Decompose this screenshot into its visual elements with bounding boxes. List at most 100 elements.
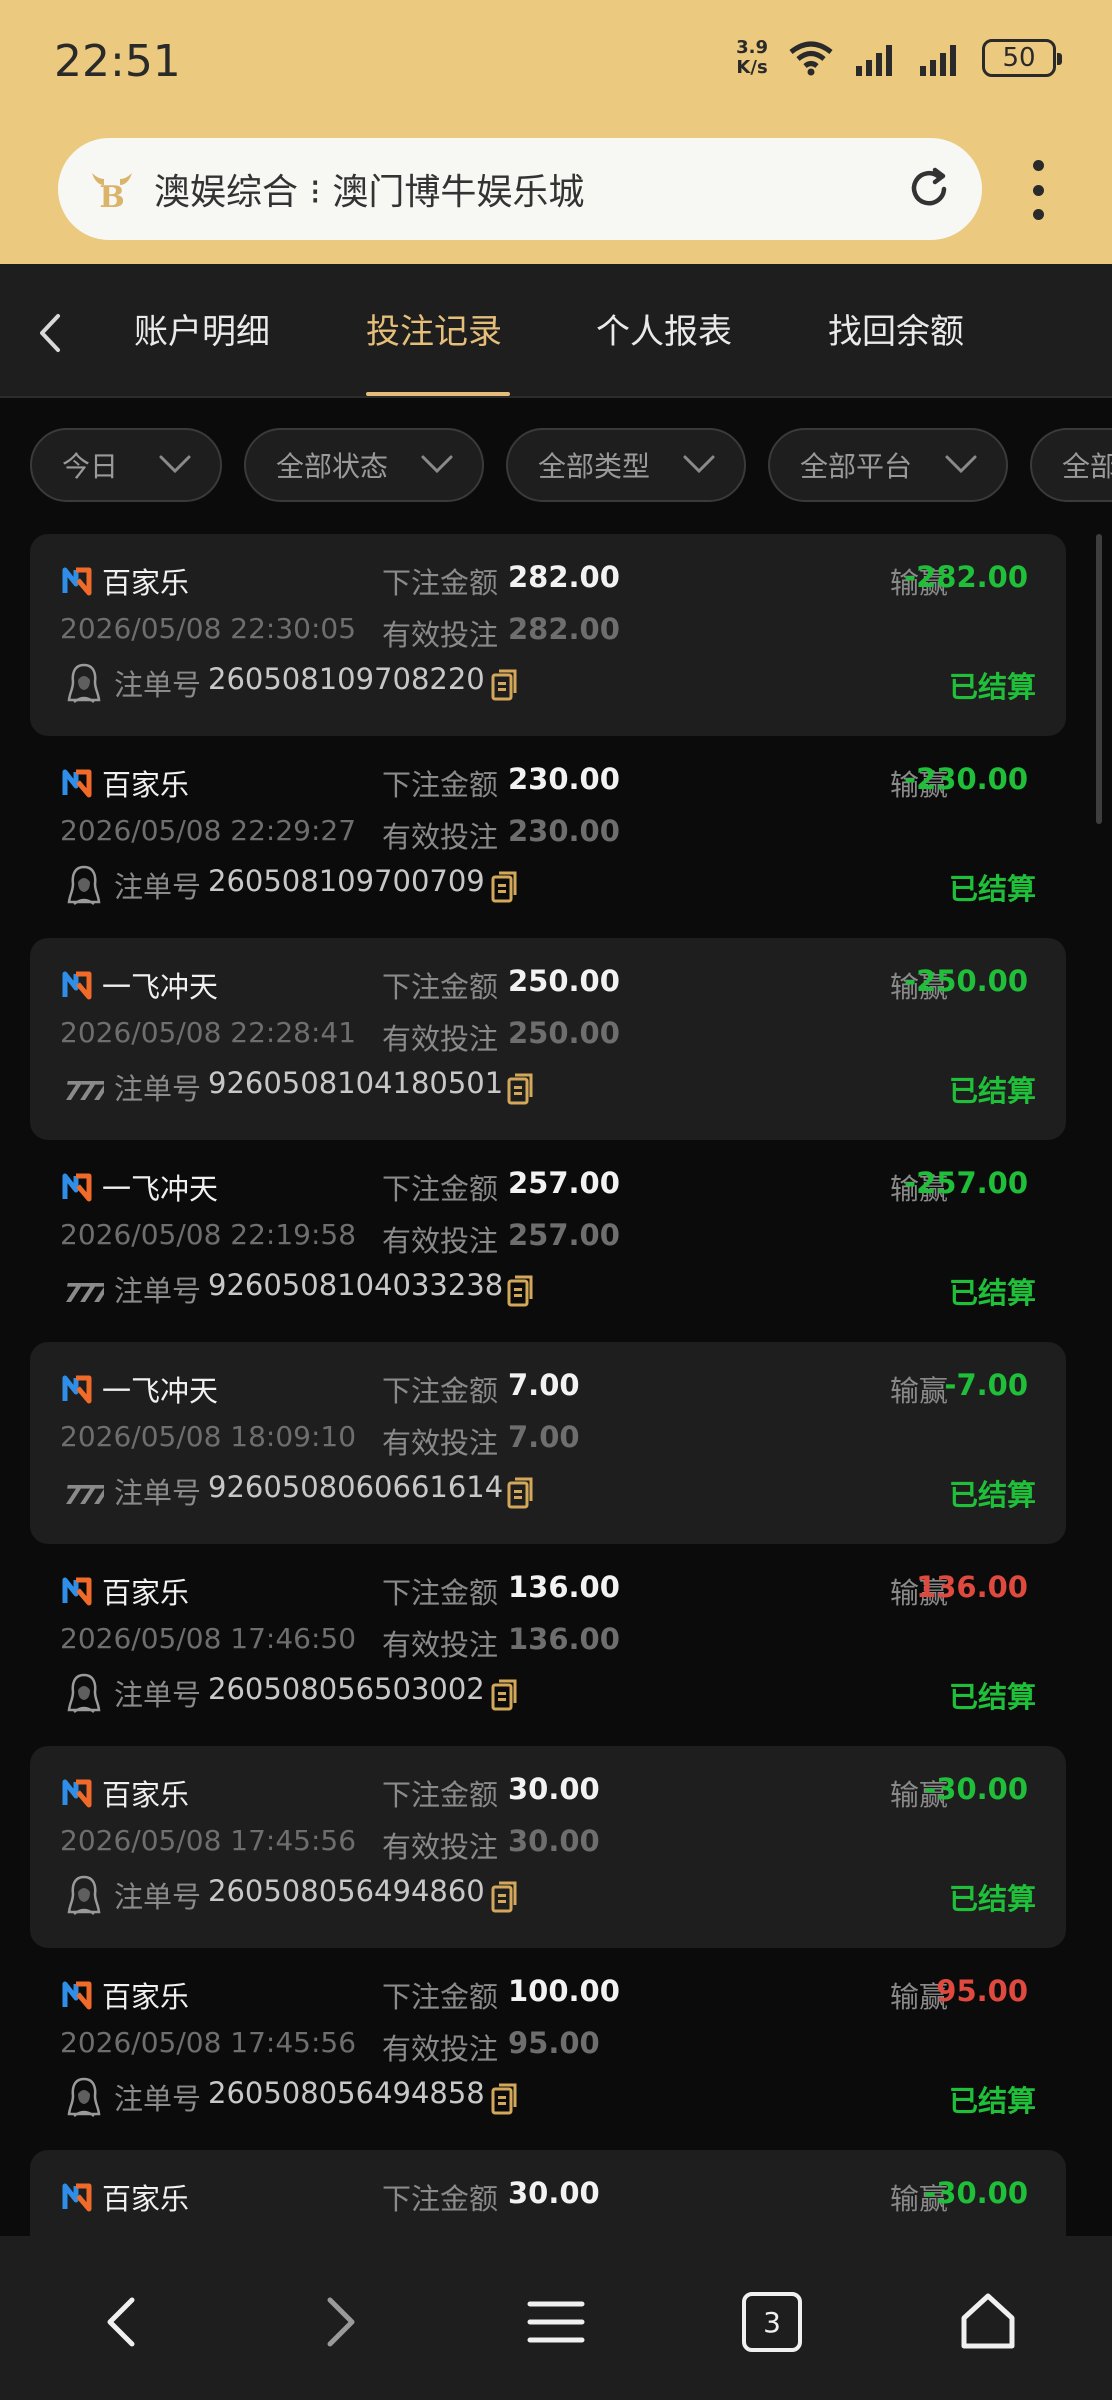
- valid-bet-value: 230.00: [508, 814, 620, 848]
- filter-type[interactable]: 全部类型: [506, 428, 746, 502]
- valid-bet-label: 有效投注: [382, 820, 499, 854]
- copy-icon[interactable]: [490, 668, 518, 702]
- page-title: 澳娱综合 ⁝ 澳门博牛娱乐城: [154, 172, 585, 213]
- valid-bet-value: 95.00: [508, 2026, 600, 2060]
- tabs-icon[interactable]: 3: [742, 2292, 802, 2352]
- svg-text:777: 777: [64, 1077, 104, 1107]
- order-no-value: 260508109700709: [208, 864, 485, 898]
- settlement-status: 已结算: [948, 1276, 1036, 1310]
- valid-bet-value: 30.00: [508, 1824, 600, 1858]
- game-name: 百家乐: [102, 1778, 190, 1812]
- bet-amount-label: 下注金额: [382, 1980, 499, 2014]
- reload-icon[interactable]: [904, 164, 954, 214]
- bet-amount-label: 下注金额: [382, 2182, 499, 2216]
- bet-datetime: 2026/05/08 22:28:41: [60, 1016, 357, 1049]
- filter-platform[interactable]: 全部平台: [768, 428, 1008, 502]
- home-icon[interactable]: [958, 2292, 1018, 2352]
- back-icon[interactable]: [30, 308, 70, 358]
- copy-icon[interactable]: [506, 1476, 534, 1510]
- bet-record-row[interactable]: 一飞冲天 2026/05/08 18:09:10 下注金额 7.00 有效投注 …: [30, 1342, 1066, 1544]
- back-arrow-icon[interactable]: [94, 2292, 154, 2352]
- settlement-status: 已结算: [948, 1478, 1036, 1512]
- signal-icon: [920, 45, 956, 76]
- bet-amount-label: 下注金额: [382, 768, 499, 802]
- win-loss-value: -282.00: [904, 560, 1028, 594]
- svg-text:B: B: [99, 180, 124, 215]
- copy-icon[interactable]: [506, 1072, 534, 1106]
- bet-amount-value: 230.00: [508, 762, 620, 796]
- game-platform-icon: [62, 1779, 92, 1808]
- game-name: 一飞冲天: [102, 1172, 219, 1206]
- bet-amount-value: 136.00: [508, 1570, 620, 1604]
- chevron-down-icon: [945, 455, 977, 474]
- scrollbar[interactable]: [1096, 534, 1102, 824]
- filter-status[interactable]: 全部状态: [244, 428, 484, 502]
- win-loss-value: 95.00: [936, 1974, 1028, 2008]
- valid-bet-label: 有效投注: [382, 1830, 499, 1864]
- filter-date[interactable]: 今日: [30, 428, 222, 502]
- order-no-value: 9260508104033238: [208, 1268, 504, 1302]
- order-no-value: 260508109708220: [208, 662, 485, 696]
- game-platform-icon: [62, 769, 92, 798]
- bet-record-row[interactable]: 百家乐 2026/05/08 22:29:27 下注金额 230.00 有效投注…: [30, 736, 1066, 938]
- copy-icon[interactable]: [506, 1274, 534, 1308]
- game-name: 百家乐: [102, 768, 190, 802]
- order-no-label: 注单号: [114, 2082, 202, 2116]
- win-loss-value: -250.00: [904, 964, 1028, 998]
- win-loss-value: -230.00: [904, 762, 1028, 796]
- filter-more[interactable]: 全部: [1030, 428, 1112, 502]
- forward-arrow-icon[interactable]: [308, 2292, 368, 2352]
- bet-datetime: 2026/05/08 17:46:50: [60, 1622, 357, 1655]
- dealer-avatar-icon: [67, 2077, 101, 2118]
- copy-icon[interactable]: [490, 2082, 518, 2116]
- bet-amount-value: 30.00: [508, 2176, 600, 2210]
- copy-icon[interactable]: [490, 870, 518, 904]
- network-speed: 3.9 K/s: [736, 38, 768, 78]
- game-name: 百家乐: [102, 1980, 190, 2014]
- copy-icon[interactable]: [490, 1880, 518, 1914]
- valid-bet-value: 282.00: [508, 612, 620, 646]
- filter-type-label: 全部类型: [538, 450, 651, 483]
- order-no-value: 260508056503002: [208, 1672, 485, 1706]
- bet-record-row[interactable]: 百家乐 2026/05/08 17:45:56 下注金额 100.00 有效投注…: [30, 1948, 1066, 2150]
- bet-record-row[interactable]: 百家乐 下注金额 30.00 有效投注 输赢 -30.00 注单号: [30, 2150, 1066, 2236]
- more-vert-icon[interactable]: [1026, 160, 1050, 220]
- game-name: 一飞冲天: [102, 1374, 219, 1408]
- filter-status-label: 全部状态: [276, 450, 389, 483]
- dealer-avatar-icon: [67, 1673, 101, 1714]
- copy-icon[interactable]: [490, 1678, 518, 1712]
- order-no-value: 9260508104180501: [208, 1066, 504, 1100]
- tab-account-details[interactable]: 账户明细: [134, 304, 270, 353]
- bet-record-row[interactable]: 百家乐 2026/05/08 22:30:05 下注金额 282.00 有效投注…: [30, 534, 1066, 736]
- speed-value: 3.9: [736, 37, 768, 58]
- bet-record-row[interactable]: 百家乐 2026/05/08 17:46:50 下注金额 136.00 有效投注…: [30, 1544, 1066, 1746]
- win-loss-label: 输赢: [889, 1374, 948, 1408]
- bet-record-row[interactable]: 一飞冲天 2026/05/08 22:28:41 下注金额 250.00 有效投…: [30, 938, 1066, 1140]
- game-name: 百家乐: [102, 566, 190, 600]
- game-name: 百家乐: [102, 1576, 190, 1610]
- bet-amount-value: 250.00: [508, 964, 620, 998]
- bull-logo-icon: B: [92, 173, 132, 215]
- win-loss-value: 136.00: [916, 1570, 1028, 1604]
- tab-personal-report[interactable]: 个人报表: [596, 304, 732, 353]
- settlement-status: 已结算: [948, 2084, 1036, 2118]
- valid-bet-label: 有效投注: [382, 2228, 498, 2236]
- bet-amount-label: 下注金额: [382, 566, 499, 600]
- tab-recover-balance[interactable]: 找回余额: [828, 304, 964, 353]
- filter-date-label: 今日: [62, 450, 119, 483]
- tab-bet-records[interactable]: 投注记录: [366, 304, 502, 353]
- bet-amount-label: 下注金额: [382, 1374, 499, 1408]
- svg-text:777: 777: [64, 1481, 104, 1511]
- order-no-value: 260508056494860: [208, 1874, 485, 1908]
- order-no-value: 9260508060661614: [208, 1470, 504, 1504]
- url-bar[interactable]: B 澳娱综合 ⁝ 澳门博牛娱乐城: [58, 138, 982, 240]
- game-platform-icon: [62, 2183, 92, 2212]
- bet-record-row[interactable]: 百家乐 2026/05/08 17:45:56 下注金额 30.00 有效投注 …: [30, 1746, 1066, 1948]
- bet-record-row[interactable]: 一飞冲天 2026/05/08 22:19:58 下注金额 257.00 有效投…: [30, 1140, 1066, 1342]
- valid-bet-label: 有效投注: [382, 1628, 499, 1662]
- bet-amount-label: 下注金额: [382, 1778, 499, 1812]
- slot-777-icon: 777: [64, 1481, 104, 1511]
- bet-datetime: 2026/05/08 17:45:56: [60, 1824, 357, 1857]
- menu-icon[interactable]: [526, 2292, 586, 2352]
- order-no-value: 260508056494858: [208, 2076, 485, 2110]
